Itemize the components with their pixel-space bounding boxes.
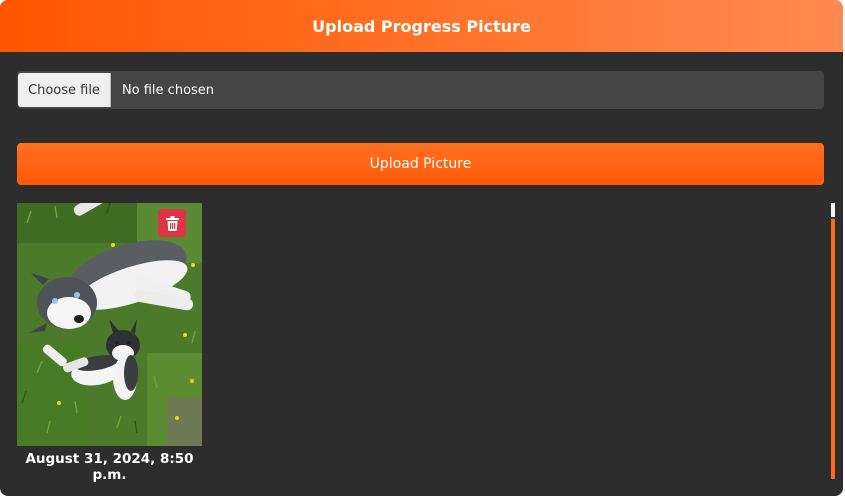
file-input[interactable]: Choose file No file chosen (17, 71, 824, 109)
progress-photo (17, 203, 202, 446)
file-status-text: No file chosen (121, 82, 215, 98)
page-title: Upload Progress Picture (312, 16, 531, 36)
gallery-scrollbar[interactable] (831, 203, 835, 479)
photo-gallery: August 31, 2024, 8:50 p.m. (17, 203, 827, 483)
photo-date: August 31, 2024, 8:50 p.m. (25, 451, 194, 483)
card-header: Upload Progress Picture (0, 0, 843, 52)
trash-icon (165, 215, 179, 231)
scrollbar-cap (831, 203, 835, 217)
choose-file-button[interactable]: Choose file (18, 73, 111, 107)
delete-photo-button[interactable] (158, 209, 186, 237)
upload-picture-button[interactable]: Upload Picture (17, 143, 824, 185)
photo-card: August 31, 2024, 8:50 p.m. (17, 203, 202, 483)
scrollbar-thumb[interactable] (831, 219, 835, 479)
upload-card: Upload Progress Picture Choose file No f… (0, 0, 843, 496)
